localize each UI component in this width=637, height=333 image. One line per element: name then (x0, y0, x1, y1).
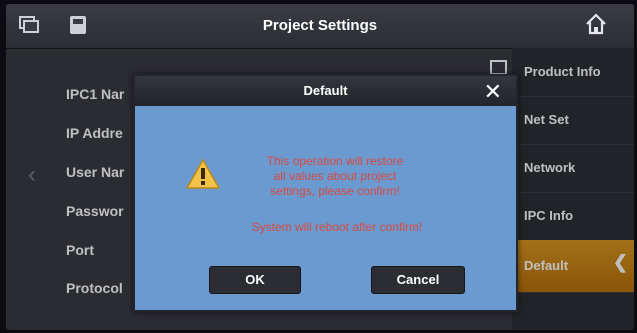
top-bar: Project Settings (6, 4, 634, 49)
default-dialog: Default ✕ This operation will restore al… (133, 74, 518, 312)
ok-button[interactable]: OK (209, 266, 301, 294)
reboot-note: System will reboot after confirm! (251, 220, 423, 234)
device-screen: Project Settings ‹ IPC1 Nar IP Addre Use… (6, 4, 634, 330)
dialog-title: Default (303, 83, 348, 98)
warning-triangle-icon (185, 158, 221, 195)
close-icon[interactable]: ✕ (484, 79, 502, 105)
dialog-header: Default ✕ (135, 76, 516, 106)
page-title: Project Settings (262, 17, 378, 34)
dialog-message-line-2: all values about project (273, 169, 397, 183)
dialog-message-line-3: settings, please confirm! (270, 184, 400, 198)
home-icon[interactable] (584, 12, 608, 41)
cancel-button[interactable]: Cancel (371, 266, 465, 294)
dialog-message-line-1: This operation will restore (266, 154, 404, 168)
